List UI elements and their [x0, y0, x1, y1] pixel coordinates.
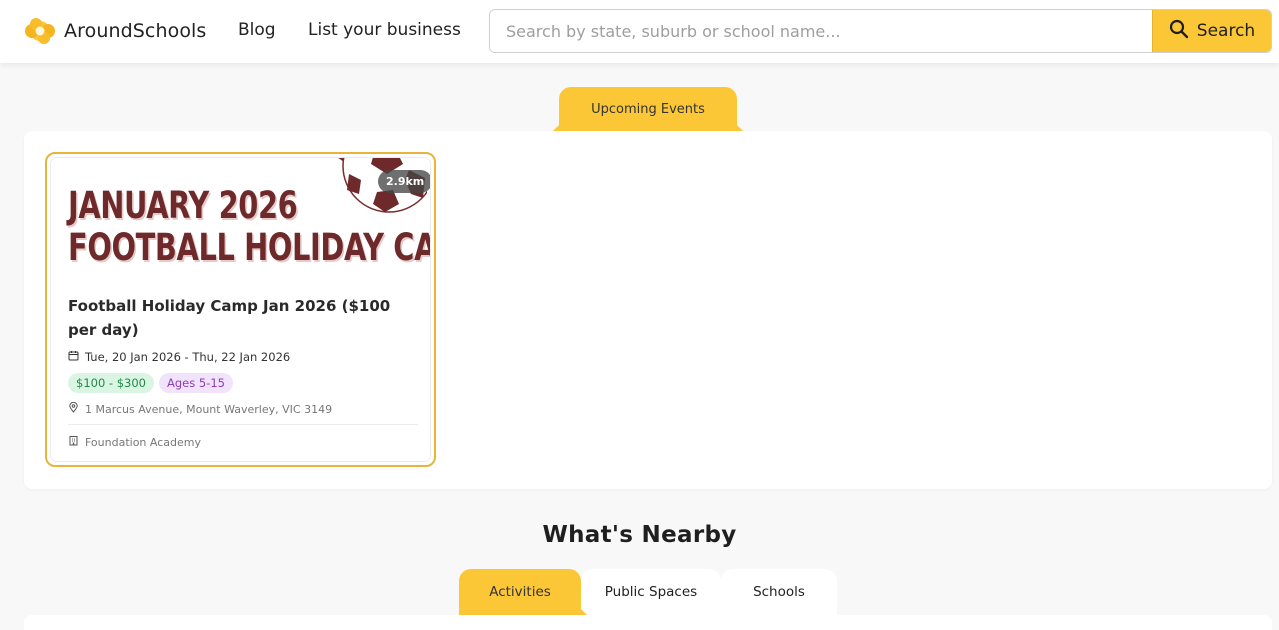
card-divider: [68, 424, 418, 425]
calendar-icon: [68, 350, 79, 364]
price-badge: $100 - $300: [68, 373, 154, 393]
event-card-body: JANUARY 2026 FOOTBALL HOLIDAY CAMP 2.9km…: [50, 157, 431, 462]
event-address: 1 Marcus Avenue, Mount Waverley, VIC 314…: [85, 402, 333, 416]
event-organization: Foundation Academy: [85, 435, 201, 449]
top-header: AroundSchools Blog List your business Se…: [0, 0, 1279, 63]
nearby-section-title: What's Nearby: [542, 522, 737, 548]
event-card[interactable]: JANUARY 2026 FOOTBALL HOLIDAY CAMP 2.9km…: [45, 152, 436, 467]
event-badges: $100 - $300 Ages 5-15: [68, 373, 233, 393]
search-input[interactable]: [490, 10, 1152, 52]
map-pin-icon: [68, 401, 79, 416]
building-icon: [68, 435, 79, 449]
event-dates: Tue, 20 Jan 2026 - Thu, 22 Jan 2026: [85, 350, 291, 364]
nearby-tabs: Activities Public Spaces Schools: [459, 569, 837, 615]
event-title: Football Holiday Camp Jan 2026 ($100 per…: [68, 297, 391, 339]
tab-public-spaces[interactable]: Public Spaces: [581, 569, 721, 615]
search-button-label: Search: [1196, 21, 1256, 41]
event-address-row: 1 Marcus Avenue, Mount Waverley, VIC 314…: [68, 401, 333, 416]
event-organization-row: Foundation Academy: [68, 435, 201, 449]
nav-list-business-link[interactable]: List your business: [308, 20, 461, 40]
tab-upcoming-events[interactable]: Upcoming Events: [559, 87, 737, 131]
event-banner-image: JANUARY 2026 FOOTBALL HOLIDAY CAMP 2.9km: [51, 158, 430, 276]
age-badge: Ages 5-15: [159, 373, 233, 393]
flower-logo-icon: [24, 16, 56, 46]
brand-name: AroundSchools: [64, 20, 207, 42]
tab-schools[interactable]: Schools: [721, 569, 837, 615]
event-date-row: Tue, 20 Jan 2026 - Thu, 22 Jan 2026: [68, 350, 290, 364]
nav-blog-link[interactable]: Blog: [238, 20, 276, 40]
banner-headline-line1: JANUARY 2026: [68, 184, 298, 227]
search-button[interactable]: Search: [1152, 10, 1271, 52]
banner-headline-line2: FOOTBALL HOLIDAY CAMP: [68, 226, 430, 269]
magnifier-icon: [1169, 19, 1189, 44]
brand-logo[interactable]: AroundSchools: [24, 16, 206, 46]
nearby-panel: [24, 615, 1272, 630]
tab-activities[interactable]: Activities: [459, 569, 581, 615]
search-bar: Search: [489, 9, 1272, 53]
distance-badge: 2.9km: [378, 170, 430, 193]
